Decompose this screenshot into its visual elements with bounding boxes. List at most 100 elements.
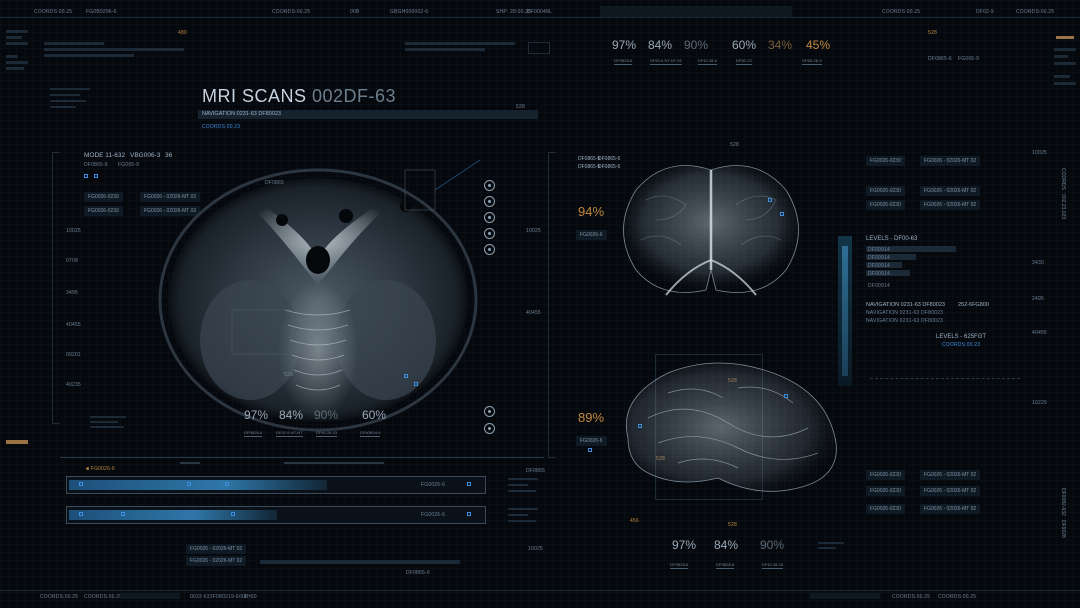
bottom-strip-block	[810, 593, 880, 599]
top-stat-sub: DF0B28-6	[614, 58, 633, 65]
square-marker	[79, 482, 83, 486]
left-side-number: 10025	[66, 228, 81, 234]
left-side-number: 3495	[66, 290, 78, 296]
label-528: 528	[516, 104, 525, 110]
square-marker	[121, 512, 125, 516]
right-bottom-row-label: FG0026-0230	[866, 486, 905, 496]
clock-icon[interactable]	[484, 212, 495, 223]
aim-icon[interactable]	[484, 244, 495, 255]
top-status-strip: COORDS:00.25 FG0B0296-6 COORDS:00.25 00B…	[0, 6, 1080, 18]
progress-label: ■ FG0026-6	[86, 466, 115, 472]
left-side-number: 40235	[66, 382, 81, 388]
right-bottom-row-value: FG0026 - 02026-MT 02	[920, 470, 981, 480]
sagittal-brain-image	[626, 362, 837, 492]
left-sub-code: FG065-9	[118, 162, 140, 168]
square-marker	[79, 512, 83, 516]
target-icon[interactable]	[484, 406, 495, 417]
axial-stat-sub: DF40.28-03	[316, 430, 338, 437]
top-stat-value: 84%	[648, 38, 673, 52]
bottom-center-bars	[260, 560, 460, 566]
bottom-row-label: FG0026 - 02026-MT 02	[186, 556, 247, 566]
bottom-small-label: DF0865-6	[406, 570, 430, 576]
square-marker	[638, 424, 642, 428]
coronal-code: DF0865-6	[578, 164, 601, 170]
nav-code: 252-6FG800	[958, 302, 989, 308]
axial-stat-value: 60%	[362, 408, 387, 422]
location-pin-icon[interactable]	[484, 228, 495, 239]
axial-scan-viewport[interactable]	[150, 110, 481, 440]
axial-mini-label: DF0865	[265, 180, 284, 186]
levels-title: LEVELS - DF00-63	[866, 236, 918, 242]
bottom-strip-item: 0219-6/93	[222, 594, 247, 600]
levels2-title: LEVELS - 625FGT	[936, 334, 987, 340]
right-row-label: FG0026-0230	[866, 200, 905, 210]
progress-bar-2[interactable]: FG0026-6	[66, 506, 486, 524]
top-strip-item: GBGH000002-6	[390, 9, 429, 15]
rotate-icon[interactable]	[484, 196, 495, 207]
bottom-stat-sub: DF40.28-03	[762, 562, 784, 569]
level-row-label: DF00914	[868, 283, 890, 289]
top-left-minibars	[50, 88, 94, 118]
bottom-stat-sub: DF0B28-6	[670, 562, 689, 569]
square-marker	[84, 174, 88, 178]
square-marker	[414, 382, 418, 386]
right-bottom-row-label: FG0026-0230	[866, 504, 905, 514]
sagittal-scan-viewport[interactable]	[608, 348, 844, 500]
bottom-stat-value: 97%	[672, 538, 697, 552]
top-strip-item: DF000	[527, 9, 544, 15]
top-stat-value: 60%	[732, 38, 757, 52]
bottom-strip-item: 8H00	[244, 594, 257, 600]
top-stat-sub: DF40.28-6	[698, 58, 717, 65]
coronal-code: DF0865-6	[578, 156, 601, 162]
top-strip-item: DF02-9	[976, 9, 994, 15]
coronal-brain-image	[623, 165, 799, 296]
right-bottom-row-value: FG0026 - 02026-MT 02	[920, 504, 981, 514]
right-row-value: FG0026 - 02026-MT 02	[920, 200, 981, 210]
left-side-number: 0708	[66, 258, 78, 264]
top-strip-item: COORDS:00.25	[34, 9, 73, 15]
square-marker	[768, 198, 772, 202]
coronal-top-label: 528	[730, 142, 739, 148]
bottom-strip-item: COORDS:00.25	[938, 594, 977, 600]
right-code: FG065-9	[958, 56, 980, 62]
axial-mri-image	[158, 159, 481, 432]
coronal-scan-viewport[interactable]	[606, 150, 816, 310]
sagittal-bottom-label: 528	[728, 522, 737, 528]
progress-text: FG0026-6	[421, 512, 446, 518]
top-center-box	[528, 42, 550, 54]
left-bracket	[52, 152, 60, 424]
axial-stat-value: 90%	[314, 408, 339, 422]
level-meter	[838, 236, 852, 386]
level-row-label: DF00914	[868, 263, 890, 269]
sagittal-label: FG0026-6	[576, 436, 607, 446]
top-strip-item: 00B	[350, 9, 360, 15]
right-top-label: 528	[928, 30, 937, 36]
top-strip-item: COORDS:00.25	[1016, 9, 1055, 15]
minibar	[180, 462, 200, 464]
right-vertical-coords: COORDS : 002.23.023	[1060, 168, 1066, 220]
top-strip-item: COORDS:00.25	[272, 9, 311, 15]
right-row-value: FG0026 - 02026-MT 02	[920, 186, 981, 196]
bottom-strip-item: COORDS:00.25	[40, 594, 79, 600]
square-marker	[404, 374, 408, 378]
bottom-row-label: FG0026 - 02026-MT 02	[186, 544, 247, 554]
right-bottom-row-label: FG0026-0230	[866, 470, 905, 480]
top-center-bars	[405, 42, 515, 56]
progress-bar-1[interactable]: FG0026-6	[66, 476, 486, 494]
coronal-percent: 94%	[578, 204, 605, 219]
square-marker	[784, 394, 788, 398]
location-pin-icon[interactable]	[484, 423, 495, 434]
progress-side-label: DF0865	[526, 468, 545, 474]
square-marker	[231, 512, 235, 516]
axial-label-528: 528	[284, 372, 293, 378]
axial-stat-value: 84%	[279, 408, 304, 422]
progress-fill	[69, 480, 327, 490]
level-row-label: DF00914	[868, 247, 890, 253]
scan-code: 002DF-63	[312, 86, 397, 106]
top-stat-value: 90%	[684, 38, 709, 52]
right-row-label: FG0026-0230	[866, 156, 905, 166]
square-marker	[467, 512, 471, 516]
left-edge-bars	[6, 30, 28, 110]
target-icon[interactable]	[484, 180, 495, 191]
level-row-label: DF00914	[868, 255, 890, 261]
